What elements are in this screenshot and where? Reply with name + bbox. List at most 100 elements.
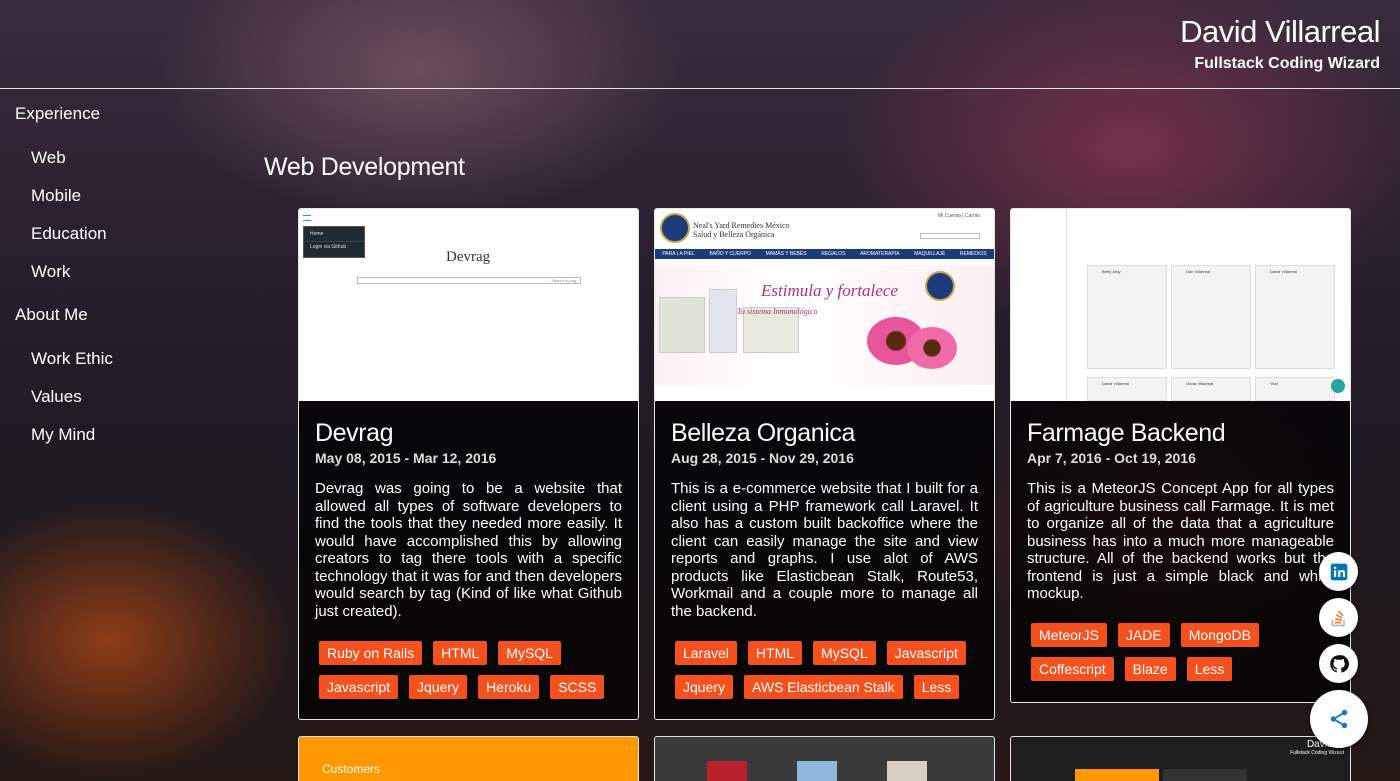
tag[interactable]: AWS Elasticbean Stalk [744,675,903,699]
sidebar-group-about-me[interactable]: About Me [15,305,88,325]
tag[interactable]: Less [913,675,960,699]
preview-contact-name: Yital [1270,381,1278,386]
tag[interactable]: MongoDB [1180,623,1259,647]
tag[interactable]: Jquery [675,675,734,699]
tag[interactable]: Coffescript [1031,657,1114,681]
preview-contact-name: David Villarreal [1102,381,1129,386]
flower-image [907,327,957,369]
github-button[interactable] [1319,644,1358,683]
project-card-portfolio[interactable]: David Vi Fullstack Coding Wizard [1010,736,1351,781]
project-card-customers[interactable]: Customers [298,736,639,781]
preview-nav-item: AROMATERAPIA [860,251,900,257]
project-screenshot[interactable]: Betty Jeby Dan Villarreal David Villarre… [1011,209,1350,401]
tag[interactable]: Blaze [1124,657,1176,681]
preview-contact-card: Betty Jeby [1087,265,1167,369]
stackoverflow-icon [1331,610,1345,626]
tag[interactable]: MySQL [498,641,561,665]
preview-add-icon [1331,379,1345,393]
preview-contact-name: Dan Villarreal [1186,269,1210,274]
card-description: Devrag was going to be a website that al… [315,480,622,620]
tag-list: Laravel HTML MySQL Javascript Jquery AWS… [675,641,985,699]
preview-nav-item: MAMÁS Y BEBÉS [765,251,807,257]
preview-nav-item: BAÑO Y CUERPO [709,251,751,257]
project-card-belleza-organica[interactable]: Neal's Yard Remedies México Salud y Bell… [654,208,995,720]
preview-menu: Home Login via Github [303,226,365,258]
product-bottle-image [709,289,737,353]
card-title: Belleza Organica [671,419,855,447]
stackoverflow-button[interactable] [1319,598,1358,637]
preview-heading: Customers [322,762,381,776]
tag[interactable]: MySQL [813,641,876,665]
preview-menu-item: Home [310,231,324,237]
card-description: This is a e-commerce website that I buil… [671,480,978,620]
project-card-farmage-backend[interactable]: Betty Jeby Dan Villarreal David Villarre… [1010,208,1351,703]
sidebar-item-values[interactable]: Values [31,387,82,407]
menu-icon [303,215,311,221]
tag[interactable]: Less [1186,657,1233,681]
tag[interactable]: Ruby on Rails [319,641,423,665]
share-button[interactable] [1310,690,1368,748]
linkedin-button[interactable] [1319,552,1358,591]
sidebar-group-experience[interactable]: Experience [15,104,100,124]
site-tagline: Fullstack Coding Wizard [1194,55,1380,72]
preview-thumbnail [797,761,837,781]
project-card-devrag[interactable]: Home Login via Github Devrag Search by t… [298,208,639,720]
preview-heading: Devrag [446,249,491,265]
preview-contact-card: Yital [1255,377,1335,401]
tag[interactable]: Javascript [319,675,399,699]
preview-contact-name: David Villarreal [1270,269,1297,274]
preview-nav-item: REGALOS [821,251,846,257]
tag[interactable]: JADE [1117,623,1170,647]
tag[interactable]: Jquery [409,675,468,699]
preview-thumbnail [887,761,927,781]
card-title: Devrag [315,419,394,447]
sidebar-item-my-mind[interactable]: My Mind [31,425,95,445]
card-dates: Aug 28, 2015 - Nov 29, 2016 [671,450,854,466]
preview-contact-card: Oscar Villarreal [1171,377,1251,401]
preview-banner-sub: Tu sistema Inmunológico [737,307,818,316]
preview-nav: PARA LA PIEL BAÑO Y CUERPO MAMÁS Y BEBÉS… [655,249,994,259]
tag[interactable]: HTML [433,641,488,665]
card-title: Farmage Backend [1027,419,1226,447]
share-icon [1330,709,1348,729]
tag-list: Ruby on Rails HTML MySQL Javascript Jque… [319,641,629,699]
preview-nav-item: REMEDIOS [959,251,987,257]
tag[interactable]: SCSS [550,675,605,699]
preview-search [920,233,980,239]
tag-list: MeteorJS JADE MongoDB Coffescript Blaze … [1031,623,1341,681]
sidebar-item-mobile[interactable]: Mobile [31,186,81,206]
preview-thumbnail [707,761,747,781]
tag[interactable]: HTML [747,641,803,665]
preview-thumbnail [1075,769,1159,781]
preview-banner-title: Estimula y fortalece [761,281,898,300]
tag[interactable]: Javascript [886,641,966,665]
preview-subheading: Fullstack Coding Wizard [1290,750,1344,756]
preview-store-name: Neal's Yard Remedies México Salud y Bell… [693,221,790,239]
sidebar-item-education[interactable]: Education [31,224,107,244]
preview-sidebar [1011,209,1067,401]
preview-store-title: Neal's Yard Remedies México [693,221,790,230]
banner-logo-icon [925,271,955,301]
site-header: David Villarreal Fullstack Coding Wizard [0,0,1400,89]
sidebar-item-work-ethic[interactable]: Work Ethic [31,349,113,369]
card-description: This is a MeteorJS Concept App for all t… [1027,480,1334,602]
preview-contact-name: Oscar Villarreal [1186,381,1214,386]
product-box-image [659,297,705,353]
linkedin-icon [1330,563,1347,580]
tag[interactable]: MeteorJS [1031,623,1107,647]
preview-store-sub: Salud y Belleza Orgánica [693,230,775,239]
site-owner-name: David Villarreal [1180,14,1380,49]
github-icon [1329,654,1349,673]
sidebar-item-work[interactable]: Work [31,262,70,282]
card-dates: Apr 7, 2016 - Oct 19, 2016 [1027,450,1196,466]
preview-thumbnail [1163,769,1247,781]
tag[interactable]: Heroku [478,675,540,699]
project-screenshot[interactable]: Neal's Yard Remedies México Salud y Bell… [655,209,994,401]
project-card-preview[interactable] [654,736,995,781]
preview-contact-card: David Villarreal [1087,377,1167,401]
preview-account: Mi Cuenta | Carrito [938,213,980,219]
project-screenshot[interactable]: Home Login via Github Devrag Search by t… [299,209,638,401]
preview-menu-item: Login via Github [304,241,364,252]
tag[interactable]: Laravel [675,641,737,665]
sidebar-item-web[interactable]: Web [31,148,66,168]
